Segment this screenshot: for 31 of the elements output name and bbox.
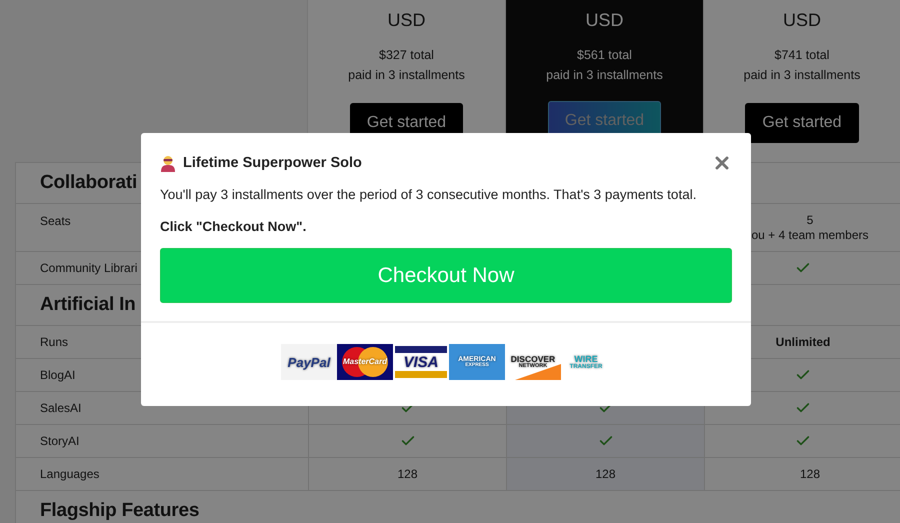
plan-note: paid in 3 installments: [744, 67, 860, 84]
feature-label: StoryAI: [40, 434, 80, 448]
section-heading: Collaborati: [40, 172, 138, 194]
dialog-title: Lifetime Superpower Solo: [183, 155, 362, 171]
section-heading: Flagship Features: [40, 500, 200, 522]
table-cell: Unlimited: [776, 334, 830, 350]
dialog-instruction: Click "Checkout Now".: [160, 219, 308, 234]
table-cell: 5: [806, 212, 814, 228]
plan-total: $741 total: [774, 47, 830, 64]
plan-total: $561 total: [577, 47, 632, 64]
table-cell: 128: [397, 466, 418, 482]
plan-note: paid in 3 installments: [546, 67, 663, 84]
feature-label: BlogAI: [40, 368, 76, 382]
plan-note: paid in 3 installments: [348, 67, 465, 84]
feature-label: Languages: [40, 467, 100, 481]
currency: USD: [387, 10, 426, 31]
dialog-message: You'll pay 3 installments over the period of 3 consecutive months. That's 3 payments total.: [160, 186, 698, 204]
currency: USD: [782, 10, 821, 31]
feature-label: SalesAI: [40, 401, 82, 415]
get-started-button[interactable]: Get started: [745, 103, 859, 143]
payment-logo: PayPal: [281, 344, 337, 380]
feature-label: Runs: [40, 335, 68, 349]
currency: USD: [585, 10, 624, 31]
plan-total: $327 total: [379, 47, 434, 64]
table-cell: 128: [595, 466, 616, 482]
feature-label: Community Librari: [40, 261, 138, 275]
payment-logo: VISA: [393, 344, 449, 380]
table-cell: ou + 4 team members: [751, 228, 869, 242]
feature-label: Seats: [40, 214, 71, 228]
section-heading: Artificial In: [40, 294, 136, 316]
table-cell: 128: [800, 466, 820, 482]
